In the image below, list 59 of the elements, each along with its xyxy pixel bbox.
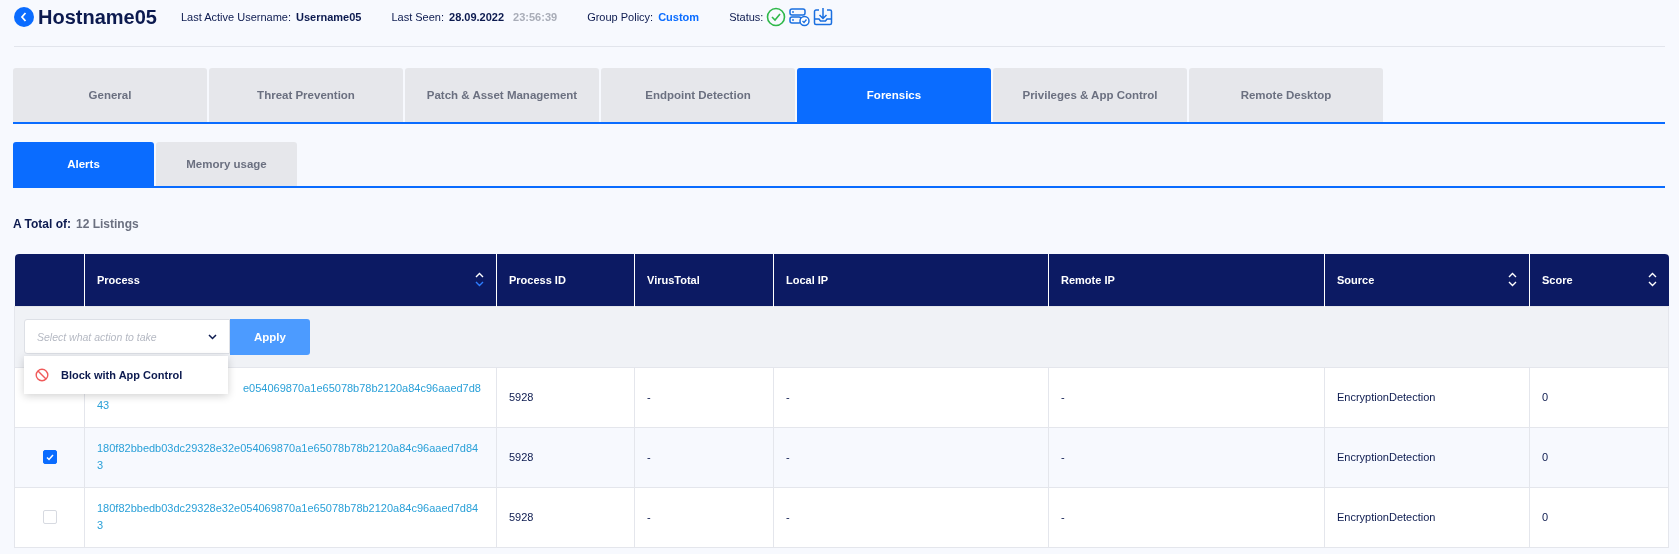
time-value: 23:56:39 (513, 11, 558, 23)
table-cell: EncryptionDetection (1324, 487, 1530, 547)
chevron-down-icon (208, 333, 217, 340)
table-cell: - (773, 367, 1049, 427)
sort-icon[interactable] (1647, 272, 1657, 288)
sort-icon[interactable] (1508, 272, 1517, 288)
field-value: Username05 (296, 11, 362, 23)
column-header[interactable]: Process (84, 254, 497, 306)
field-label: Last Active Username: (180, 11, 291, 23)
table-cell: EncryptionDetection (1324, 367, 1530, 427)
tab[interactable]: Patch & Asset Management (405, 68, 599, 122)
tab[interactable]: General (13, 68, 207, 122)
row-checkbox[interactable] (42, 450, 57, 464)
back-button[interactable] (14, 7, 34, 27)
subtab[interactable]: Memory usage (156, 142, 297, 186)
table-cell: - (634, 367, 774, 427)
total-count: 12 Listings (76, 217, 139, 231)
field-label: Status: (729, 11, 764, 23)
table-cell: - (773, 427, 1049, 487)
download-tray-icon (813, 7, 834, 27)
total-label: A Total of: (13, 217, 71, 231)
tab[interactable]: Threat Prevention (209, 68, 403, 122)
tab[interactable]: Endpoint Detection (601, 68, 795, 122)
table-cell: 5928 (496, 487, 635, 547)
checkmark-icon (45, 453, 54, 461)
table-cell: 5928 (496, 367, 635, 427)
apply-button[interactable]: Apply (230, 318, 310, 355)
menu-item[interactable]: Block with App Control (24, 355, 228, 394)
hostname-title: Hostname05 (38, 5, 157, 29)
field-value[interactable]: Custom (658, 11, 700, 23)
tab[interactable]: Privileges & App Control (993, 68, 1187, 122)
column-header: VirusTotal (634, 254, 774, 306)
server-check-icon (789, 7, 811, 27)
tab[interactable]: Remote Desktop (1189, 68, 1383, 122)
table-cell: - (1048, 427, 1325, 487)
field-value: 28.09.2022 (449, 11, 505, 23)
sort-icon[interactable] (475, 272, 484, 288)
field-label: Group Policy: (587, 11, 654, 23)
table-cell: - (1048, 367, 1325, 427)
column-header[interactable]: Score (1529, 254, 1669, 306)
column-header[interactable]: Source (1324, 254, 1530, 306)
table-cell: EncryptionDetection (1324, 427, 1530, 487)
tab[interactable]: Forensics (797, 68, 991, 122)
table-cell: - (1048, 487, 1325, 547)
table-cell: 5928 (496, 427, 635, 487)
table-cell: 0 (1529, 487, 1669, 547)
subtab[interactable]: Alerts (13, 142, 154, 186)
table-cell: - (773, 487, 1049, 547)
check-circle-icon (766, 7, 787, 27)
table-cell: - (634, 427, 774, 487)
chevron-left-icon (20, 12, 28, 22)
column-header: Remote IP (1048, 254, 1325, 306)
table-cell: - (634, 487, 774, 547)
column-header: Local IP (773, 254, 1049, 306)
block-icon (35, 367, 49, 382)
table-cell: 0 (1529, 427, 1669, 487)
field-label: Last Seen: (391, 11, 445, 23)
column-header: Process ID (496, 254, 635, 306)
table-cell: 0 (1529, 367, 1669, 427)
